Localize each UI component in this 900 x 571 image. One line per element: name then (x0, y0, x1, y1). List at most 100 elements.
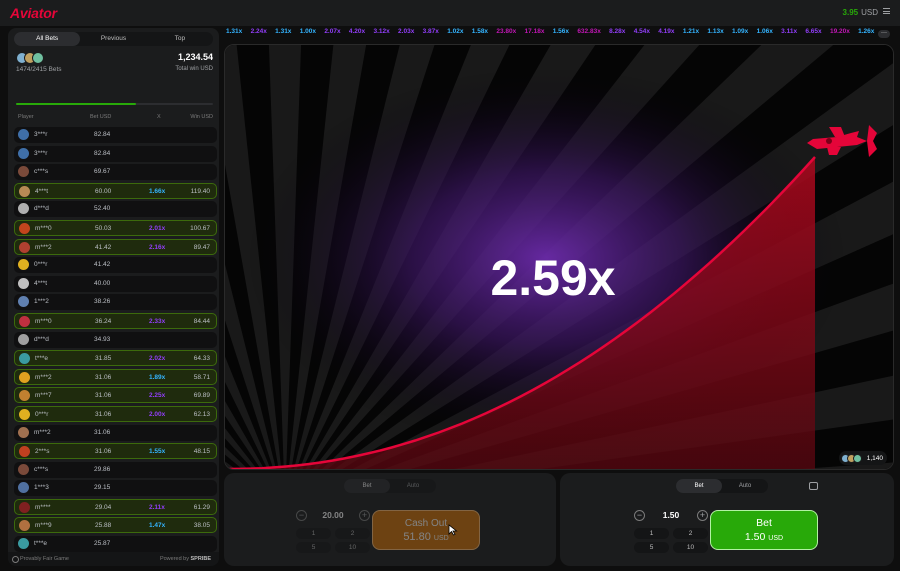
bet-row: d***d 52.40 (14, 201, 217, 218)
player-name: m***0 (35, 317, 52, 325)
history-multiplier[interactable]: 8.28x (609, 28, 625, 35)
aviator-logo[interactable]: Aviator (10, 5, 57, 21)
history-multiplier[interactable]: 1.56x (553, 28, 569, 35)
player-name: c***s (34, 465, 49, 473)
tab-previous[interactable]: Previous (80, 32, 146, 46)
avatar (18, 277, 29, 289)
history-more-button[interactable]: ··· (878, 30, 890, 38)
history-multiplier[interactable]: 1.26x (858, 28, 874, 35)
history-multiplier[interactable]: 3.87x (423, 28, 439, 35)
bet-button[interactable]: Bet 1.50 USD (710, 510, 818, 550)
decrease-bet-button[interactable]: − (634, 510, 645, 521)
history-multiplier[interactable]: 3.12x (373, 28, 389, 35)
bet-amount: 31.85 (95, 355, 112, 363)
bet-row: m***0 50.03 2.01x 100.67 (14, 219, 217, 236)
player-name: m***2 (35, 373, 52, 381)
win-amount: 38.05 (193, 522, 210, 530)
history-multiplier[interactable]: 1.58x (472, 28, 488, 35)
bet-amount: 50.03 (95, 224, 112, 232)
avatar (18, 333, 29, 345)
online-count: 1,140 (866, 454, 883, 462)
avatar (18, 296, 29, 308)
increase-bet-button[interactable]: + (359, 510, 370, 521)
player-name: c***s (34, 168, 49, 176)
player-name: 0***r (34, 261, 48, 269)
quick-amount-button[interactable]: 2 (335, 528, 370, 539)
top-players-avatars (16, 52, 44, 64)
player-name: m***2 (35, 243, 52, 251)
tab-bet[interactable]: Bet (676, 479, 722, 493)
bet-row: 4***t 40.00 (14, 275, 217, 292)
avatar (19, 390, 30, 402)
quick-amount-button[interactable]: 1 (634, 528, 669, 539)
tab-bet[interactable]: Bet (344, 479, 390, 493)
history-multiplier[interactable]: 1.31x (275, 28, 291, 35)
history-multiplier[interactable]: 4.20x (349, 28, 365, 35)
bet-row: 3***r 82.84 (14, 145, 217, 162)
cashout-multiplier: 2.01x (149, 224, 166, 232)
avatar (18, 426, 29, 438)
quick-amount-button[interactable]: 10 (673, 542, 708, 553)
increase-bet-button[interactable]: + (697, 510, 708, 521)
total-win-label: Total win USD (175, 66, 213, 72)
tab-auto[interactable]: Auto (722, 479, 768, 493)
panel-toggle-icon[interactable] (809, 482, 818, 490)
tab-top[interactable]: Top (147, 32, 213, 46)
column-player: Player (18, 114, 34, 120)
avatar (18, 482, 29, 494)
decrease-bet-button[interactable]: − (296, 510, 307, 521)
bets-summary: 1474/2415 Bets 1,234.54 Total win USD (16, 52, 213, 82)
history-multiplier[interactable]: 2.07x (324, 28, 340, 35)
quick-amount-button[interactable]: 10 (335, 542, 370, 553)
win-amount: 69.89 (193, 392, 210, 400)
quick-amount-button[interactable]: 5 (296, 542, 331, 553)
history-multiplier[interactable]: 1.31x (226, 28, 242, 35)
provably-fair-link[interactable]: Provably Fair Game (12, 556, 69, 563)
history-multiplier[interactable]: 3.11x (781, 28, 797, 35)
avatar (19, 408, 30, 420)
history-multiplier[interactable]: 1.09x (732, 28, 748, 35)
tab-all-bets[interactable]: All Bets (14, 32, 81, 46)
bet-amount-stepper: − 1.50 + (634, 509, 708, 523)
avatar (19, 446, 30, 458)
bet-panel-1: Bet Auto − 20.00 + 1 2 5 10 Cash Out 51.… (224, 473, 556, 566)
cashout-multiplier: 2.16x (149, 243, 166, 251)
bet-amount-input[interactable]: 1.50 (648, 510, 694, 520)
history-multiplier[interactable]: 17.18x (525, 28, 545, 35)
avatar (18, 259, 29, 271)
cash-out-amount-line: 51.80 USD (373, 531, 479, 543)
history-multiplier[interactable]: 1.13x (707, 28, 723, 35)
bet-button-label: Bet (756, 517, 772, 529)
bet-amount: 60.00 (95, 187, 112, 195)
menu-icon[interactable] (883, 8, 890, 14)
bet-amount: 52.40 (94, 205, 111, 213)
player-name: m***0 (35, 224, 52, 232)
history-multiplier[interactable]: 2.03x (398, 28, 414, 35)
history-multiplier[interactable]: 632.83x (577, 28, 601, 35)
history-multiplier[interactable]: 6.65x (805, 28, 821, 35)
history-multiplier[interactable]: 4.19x (658, 28, 674, 35)
bet-row: 1***3 29.15 (14, 480, 217, 497)
quick-amount-button[interactable]: 2 (673, 528, 708, 539)
bet-row: m***9 25.88 1.47x 38.05 (14, 517, 217, 534)
win-amount: 58.71 (193, 373, 210, 381)
cash-out-button[interactable]: Cash Out 51.80 USD (372, 510, 480, 550)
history-multiplier[interactable]: 1.02x (447, 28, 463, 35)
history-multiplier[interactable]: 1.21x (683, 28, 699, 35)
bet-amount-input[interactable]: 20.00 (310, 510, 356, 520)
player-name: m***9 (35, 522, 52, 530)
tab-auto[interactable]: Auto (390, 479, 436, 493)
history-multiplier[interactable]: 2.24x (251, 28, 267, 35)
history-multiplier[interactable]: 1.06x (757, 28, 773, 35)
history-multiplier[interactable]: 4.54x (634, 28, 650, 35)
history-multiplier[interactable]: 23.80x (496, 28, 516, 35)
quick-amount-button[interactable]: 5 (634, 542, 669, 553)
history-multiplier[interactable]: 1.00x (300, 28, 316, 35)
history-multiplier[interactable]: 19.20x (830, 28, 850, 35)
bet-amount: 82.84 (94, 131, 111, 138)
player-name: t***e (35, 355, 49, 363)
column-bet: Bet USD (90, 114, 112, 120)
avatar (19, 353, 30, 365)
quick-amount-button[interactable]: 1 (296, 528, 331, 539)
bet-amount: 40.00 (94, 279, 111, 287)
